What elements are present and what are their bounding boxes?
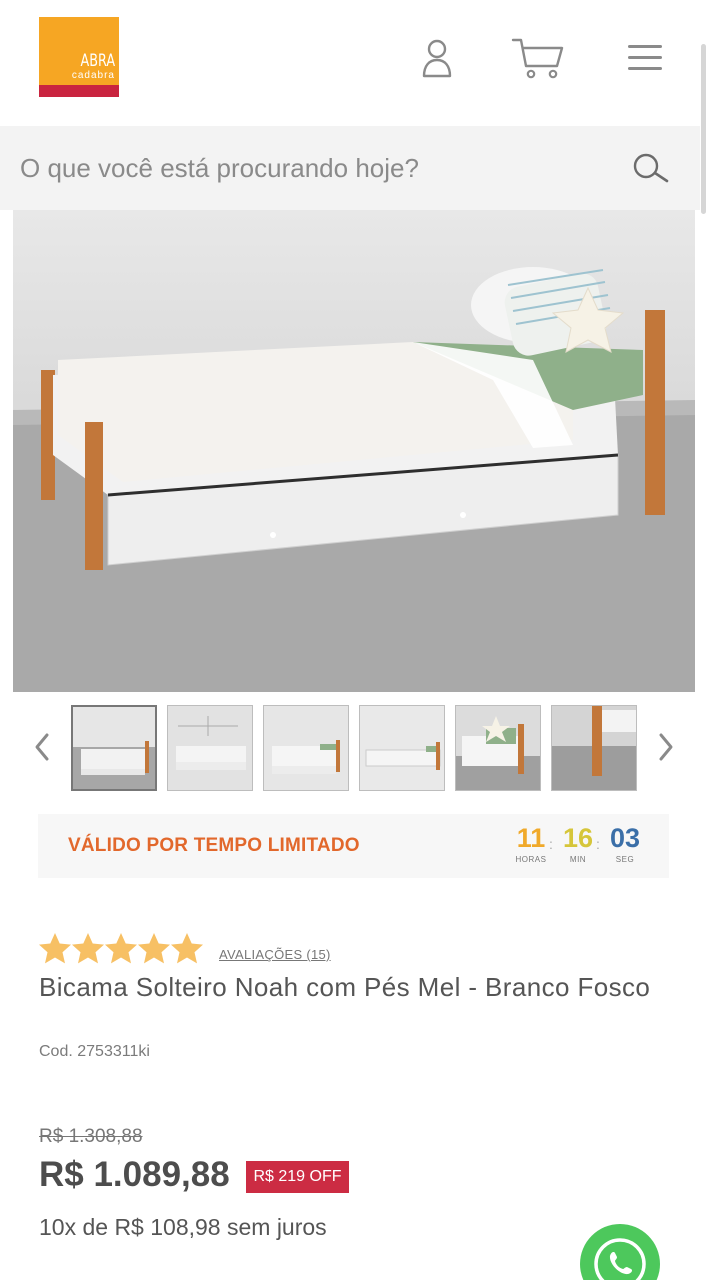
logo-red-bar (39, 85, 119, 97)
product-title: Bicama Solteiro Noah com Pés Mel - Branc… (39, 972, 651, 1002)
whatsapp-button[interactable] (580, 1224, 660, 1280)
thumbnail-carousel (0, 700, 708, 796)
current-price: R$ 1.089,88 (39, 1155, 230, 1194)
timer-separator: : (549, 836, 553, 852)
product-code: Cod. 2753311ki (39, 1043, 150, 1060)
limited-time-banner: VÁLIDO POR TEMPO LIMITADO 11 HORAS : 16 … (38, 814, 669, 878)
user-icon[interactable] (418, 30, 456, 86)
timer-minutes: 16 MIN (559, 822, 597, 864)
search-bar (0, 126, 700, 210)
timer-seconds: 03 SEG (606, 822, 644, 864)
timer-seconds-value: 03 (609, 823, 641, 853)
cart-icon[interactable] (510, 30, 566, 86)
thumbnail-6[interactable] (551, 705, 637, 791)
timer-minutes-value: 16 (562, 823, 594, 853)
chevron-right-icon[interactable] (654, 730, 678, 764)
logo-text-top: ABRA (80, 51, 115, 71)
timer-seconds-unit: SEG (615, 855, 635, 864)
phone-icon (594, 1238, 646, 1280)
old-price: R$ 1.308,88 (39, 1126, 143, 1147)
thumbnail-1[interactable] (71, 705, 157, 791)
timer-separator: : (596, 836, 600, 852)
product-main-image[interactable] (13, 210, 695, 692)
rating-stars[interactable] (38, 932, 206, 968)
timer-hours-value: 11 (516, 823, 546, 853)
timer-minutes-unit: MIN (569, 855, 587, 864)
timer-hours: 11 HORAS (512, 822, 550, 864)
installments-info: 10x de R$ 108,98 sem juros (39, 1214, 327, 1240)
site-header: ABRA cadabra (0, 0, 708, 126)
logo-text-bottom: cadabra (71, 70, 115, 81)
thumbnail-4[interactable] (359, 705, 445, 791)
timer-hours-unit: HORAS (515, 855, 547, 864)
chevron-left-icon[interactable] (30, 730, 54, 764)
page-scrollbar[interactable] (701, 44, 706, 214)
menu-icon[interactable] (624, 30, 666, 86)
thumbnail-3[interactable] (263, 705, 349, 791)
search-input[interactable] (0, 126, 620, 210)
search-icon[interactable] (628, 148, 672, 188)
star-icon (39, 933, 203, 964)
discount-badge: R$ 219 OFF (246, 1161, 349, 1193)
thumbnail-5[interactable] (455, 705, 541, 791)
abracadabra-logo[interactable]: ABRA cadabra (39, 17, 119, 97)
reviews-link[interactable]: AVALIAÇÕES (15) (219, 947, 331, 962)
thumbnail-2[interactable] (167, 705, 253, 791)
promo-label: VÁLIDO POR TEMPO LIMITADO (68, 835, 360, 856)
